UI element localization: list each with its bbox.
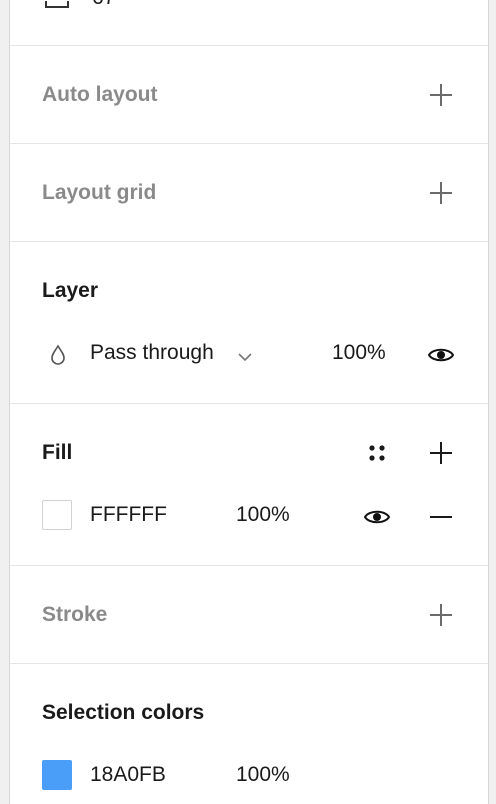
design-properties-panel: 67 Auto layout Layout grid Layer Pass th…: [9, 0, 489, 804]
fill-color-swatch[interactable]: [42, 500, 72, 530]
dimension-value[interactable]: 67: [92, 0, 115, 10]
fill-hex-value[interactable]: FFFFFF: [90, 503, 167, 527]
selection-colors-title: Selection colors: [42, 701, 205, 724]
layer-section: Layer Pass through 100%: [10, 242, 488, 404]
eye-icon[interactable]: [426, 340, 456, 370]
plus-icon[interactable]: [426, 178, 456, 208]
drop-icon: [50, 344, 66, 366]
stroke-title: Stroke: [42, 603, 108, 626]
chevron-down-icon: [238, 349, 252, 367]
minus-icon[interactable]: [426, 502, 456, 532]
layout-grid-title: Layout grid: [42, 181, 157, 204]
corner-radius-icon: [44, 0, 70, 8]
plus-icon[interactable]: [426, 600, 456, 630]
fill-section: Fill FFFFFF 100%: [10, 404, 488, 566]
layer-opacity-value[interactable]: 100%: [332, 341, 386, 365]
fill-opacity-value[interactable]: 100%: [236, 503, 290, 527]
auto-layout-title: Auto layout: [42, 83, 158, 106]
stroke-section: Stroke: [10, 566, 488, 664]
layout-grid-section: Layout grid: [10, 144, 488, 242]
layer-title: Layer: [42, 279, 99, 302]
dimension-section: 67: [10, 0, 488, 46]
fill-title: Fill: [42, 441, 73, 464]
selection-colors-section: Selection colors 18A0FB 100%: [10, 664, 488, 804]
blend-mode-select[interactable]: Pass through: [90, 341, 270, 369]
auto-layout-section: Auto layout: [10, 46, 488, 144]
blend-mode-value: Pass through: [90, 341, 214, 364]
plus-icon[interactable]: [426, 80, 456, 110]
styles-grid-icon[interactable]: [362, 438, 392, 468]
selection-color-hex[interactable]: 18A0FB: [90, 763, 166, 787]
selection-color-swatch[interactable]: [42, 760, 72, 790]
selection-color-opacity[interactable]: 100%: [236, 763, 290, 787]
plus-icon[interactable]: [426, 438, 456, 468]
eye-icon[interactable]: [362, 502, 392, 532]
